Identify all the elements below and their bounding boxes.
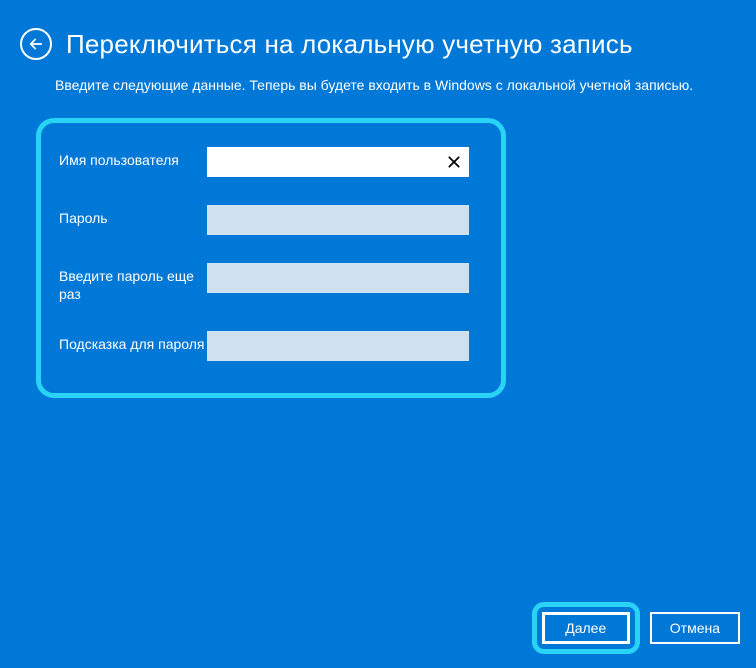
next-button[interactable]: Далее [542,612,630,644]
password-label: Пароль [59,205,207,227]
password-input[interactable] [207,205,469,235]
hint-input[interactable] [207,331,469,361]
page-description: Введите следующие данные. Теперь вы буде… [0,70,756,114]
form-container: Имя пользователя Пароль Введите пароль е… [36,118,506,398]
hint-label: Подсказка для пароля [59,331,207,353]
back-button[interactable] [20,28,52,60]
username-label: Имя пользователя [59,147,207,169]
close-icon [447,155,461,169]
password-confirm-label: Введите пароль еще раз [59,263,207,303]
username-input[interactable] [207,147,469,177]
next-button-highlight: Далее [532,602,640,654]
arrow-left-icon [28,36,44,52]
cancel-button[interactable]: Отмена [650,612,740,644]
clear-username-button[interactable] [443,151,465,173]
page-title: Переключиться на локальную учетную запис… [66,29,633,60]
password-confirm-input[interactable] [207,263,469,293]
